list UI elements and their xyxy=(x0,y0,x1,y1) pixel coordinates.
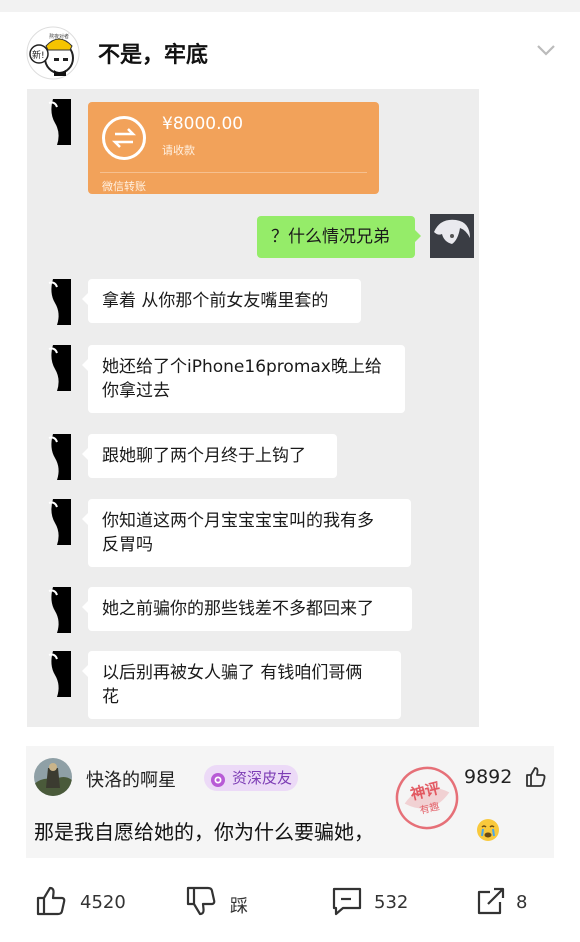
avatar-caption: 熬夜对者 xyxy=(49,33,69,40)
self-message-text: ？什么情况兄弟 xyxy=(271,227,390,247)
message-line: 花 xyxy=(102,687,119,707)
author-avatar[interactable]: 新! 熬夜对者 xyxy=(26,26,80,80)
self-avatar xyxy=(430,214,474,258)
transfer-icon xyxy=(102,116,146,160)
commenter-avatar[interactable] xyxy=(34,758,72,796)
crying-emoji-icon xyxy=(476,818,500,842)
sender-avatar xyxy=(47,651,75,697)
user-level-badge: 资深皮友 xyxy=(204,765,299,791)
message-bubble: 她之前骗你的那些钱差不多都回来了 xyxy=(82,587,412,631)
message-line: 她还给了个iPhone16promax晚上给 xyxy=(102,357,382,377)
message-line: 她之前骗你的那些钱差不多都回来了 xyxy=(102,599,374,619)
message-bubble: 她还给了个iPhone16promax晚上给 你拿过去 xyxy=(82,345,405,413)
thumbs-down-icon xyxy=(186,886,216,916)
transfer-label: 微信转账 xyxy=(102,180,146,193)
post-header: 新! 熬夜对者 不是，牢底 xyxy=(0,22,580,86)
message-bubble: 你知道这两个月宝宝宝宝叫的我有多 反胃吗 xyxy=(82,499,411,567)
post-action-bar: 4520 踩 532 8 xyxy=(0,876,580,930)
sender-avatar xyxy=(47,587,75,633)
thumbs-up-icon[interactable] xyxy=(524,765,548,789)
dislike-label: 踩 xyxy=(230,896,248,917)
message-line: 反胃吗 xyxy=(102,535,153,555)
like-button[interactable]: 4520 xyxy=(34,884,130,920)
sender-avatar xyxy=(47,99,75,145)
message-bubble: 跟她聊了两个月终于上钩了 xyxy=(82,434,337,478)
sender-avatar xyxy=(47,345,75,391)
comment-icon xyxy=(332,887,362,916)
message-line: 拿着 从你那个前女友嘴里套的 xyxy=(102,291,329,311)
message-line: 你拿过去 xyxy=(102,381,170,401)
sender-avatar xyxy=(47,279,75,325)
message-line: 跟她聊了两个月终于上钩了 xyxy=(102,446,306,466)
share-button[interactable]: 8 xyxy=(474,884,538,920)
badge-label: 资深皮友 xyxy=(232,769,293,787)
comment-like-count: 9892 xyxy=(464,766,513,788)
wechat-transfer-card[interactable]: ¥8000.00 请收款 微信转账 xyxy=(88,102,379,194)
message-line: 你知道这两个月宝宝宝宝叫的我有多 xyxy=(102,511,374,531)
commenter-name[interactable]: 快洛的啊星 xyxy=(86,766,176,792)
like-count: 4520 xyxy=(80,892,126,913)
hot-comment[interactable]: 快洛的啊星 资深皮友 神评 有趣 9892 那是我自愿给她的，你为什么要骗她， xyxy=(26,746,554,858)
share-icon xyxy=(477,887,505,915)
transfer-amount: ¥8000.00 xyxy=(162,114,244,134)
transfer-divider xyxy=(100,172,367,173)
share-count: 8 xyxy=(516,892,528,913)
chat-screenshot[interactable]: ¥8000.00 请收款 微信转账 ？什么情况兄弟 拿着 从你那个前女友嘴里套的… xyxy=(27,89,479,727)
message-bubble: 拿着 从你那个前女友嘴里套的 xyxy=(82,279,361,323)
self-message-bubble: ？什么情况兄弟 xyxy=(257,216,421,258)
message-line: 以后别再被女人骗了 有钱咱们哥俩 xyxy=(102,663,363,683)
comment-text: 那是我自愿给她的，你为什么要骗她， xyxy=(34,820,374,844)
sender-avatar xyxy=(47,434,75,480)
dislike-button[interactable]: 踩 xyxy=(184,884,254,920)
message-bubble: 以后别再被女人骗了 有钱咱们哥俩 花 xyxy=(82,651,401,719)
chevron-down-icon[interactable] xyxy=(532,38,560,62)
avatar-badge-text: 新! xyxy=(32,49,45,61)
transfer-status: 请收款 xyxy=(162,144,195,157)
thumbs-up-icon xyxy=(36,886,66,916)
sender-avatar xyxy=(47,499,75,545)
hot-comment-stamp: 神评 有趣 xyxy=(386,760,468,836)
comment-count: 532 xyxy=(374,892,409,913)
post-title: 不是，牢底 xyxy=(98,43,209,68)
badge-icon xyxy=(210,770,226,787)
top-strip xyxy=(0,0,580,12)
comment-button[interactable]: 532 xyxy=(330,884,416,920)
